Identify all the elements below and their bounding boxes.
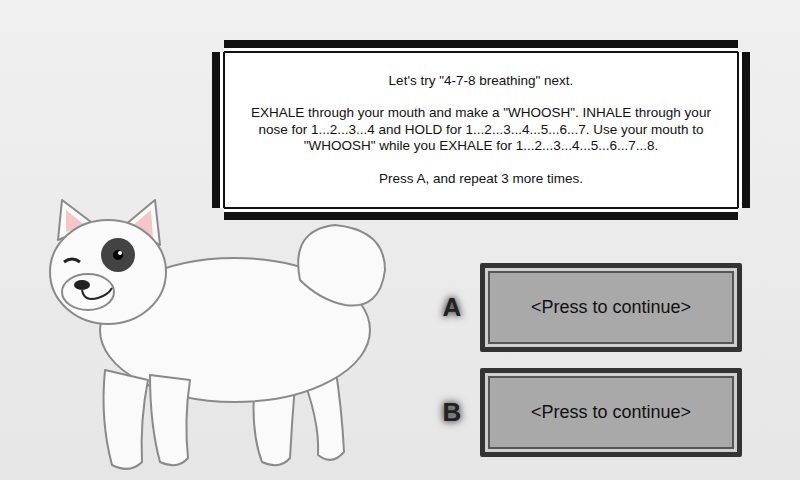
dialog-box: Let's try "4-7-8 breathing" next. EXHALE … <box>212 40 750 220</box>
continue-button[interactable]: <Press to continue> <box>480 263 742 352</box>
dog-character <box>0 190 420 480</box>
dog-icon <box>0 190 420 480</box>
choice-key-label: A <box>432 288 472 327</box>
dialog-text: Let's try "4-7-8 breathing" next. <box>242 73 720 90</box>
dialog-text: Press A, and repeat 3 more times. <box>242 171 720 188</box>
choice-row: B<Press to continue> <box>432 368 742 457</box>
continue-button[interactable]: <Press to continue> <box>480 368 742 457</box>
choice-key-label: B <box>432 393 472 432</box>
choice-row: A<Press to continue> <box>432 263 742 352</box>
game-screen: Let's try "4-7-8 breathing" next. EXHALE … <box>0 0 800 480</box>
choice-list: A<Press to continue>B<Press to continue> <box>420 220 800 480</box>
dialog-text: EXHALE through your mouth and make a "WH… <box>242 105 720 155</box>
